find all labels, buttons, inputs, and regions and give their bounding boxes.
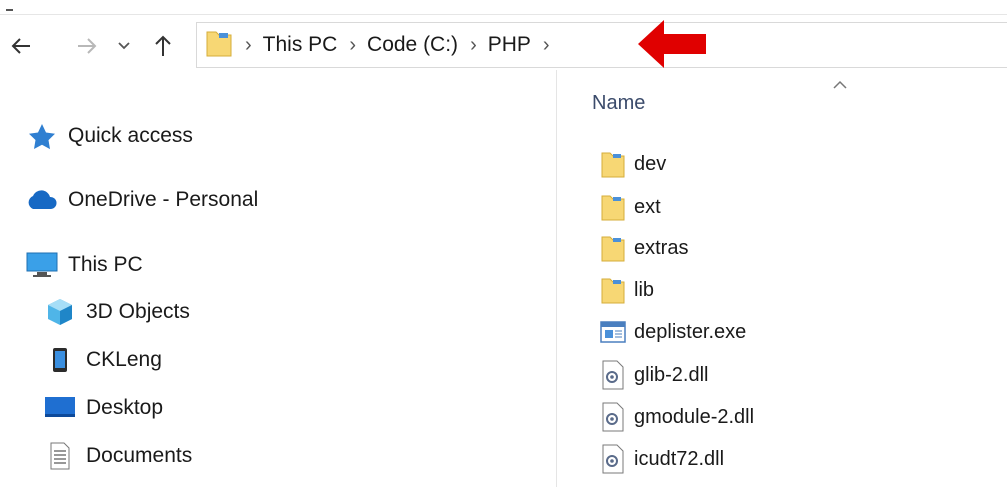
- file-name: glib-2.dll: [634, 363, 709, 386]
- breadcrumb-code-c[interactable]: Code (C:): [367, 33, 458, 57]
- nav-item-label: CKLeng: [86, 348, 162, 371]
- file-name: gmodule-2.dll: [634, 405, 755, 428]
- folder-icon: [597, 148, 629, 180]
- sort-ascending-icon: [833, 80, 847, 89]
- folder-icon: [597, 274, 629, 306]
- file-name: dev: [634, 152, 667, 175]
- file-row[interactable]: deplister.exe: [597, 316, 746, 348]
- folder-icon: [597, 232, 629, 264]
- dll-gear-icon: [597, 443, 629, 475]
- column-header-name[interactable]: Name: [592, 92, 645, 115]
- file-row[interactable]: dev: [597, 148, 666, 180]
- folder-icon: [597, 191, 629, 223]
- file-row[interactable]: ext: [597, 191, 661, 223]
- nav-item-documents[interactable]: Documents: [42, 442, 192, 470]
- dll-gear-icon: [597, 359, 629, 391]
- breadcrumb-php[interactable]: PHP: [488, 33, 531, 57]
- file-name: deplister.exe: [634, 320, 747, 343]
- red-arrow-annotation: [638, 20, 706, 68]
- forward-button[interactable]: [70, 32, 104, 60]
- breadcrumb-separator[interactable]: ›: [543, 34, 550, 57]
- breadcrumb-separator[interactable]: ›: [470, 34, 477, 57]
- computer-icon: [24, 251, 60, 279]
- title-edge-mark: [6, 2, 13, 11]
- up-button[interactable]: [148, 32, 178, 60]
- arrow-right-icon: [78, 38, 97, 54]
- nav-item-label: Documents: [86, 444, 193, 467]
- cloud-icon: [24, 186, 60, 214]
- folder-icon: [205, 28, 233, 63]
- nav-item-onedrive[interactable]: OneDrive - Personal: [24, 186, 258, 214]
- phone-icon: [42, 346, 78, 374]
- file-name: extras: [634, 236, 689, 259]
- file-row[interactable]: gmodule-2.dll: [597, 401, 754, 433]
- file-row[interactable]: extras: [597, 232, 688, 264]
- nav-item-ckleng[interactable]: CKLeng: [42, 346, 162, 374]
- nav-item-label: Desktop: [86, 396, 164, 419]
- dll-gear-icon: [597, 401, 629, 433]
- breadcrumb-separator: ›: [245, 33, 252, 56]
- nav-item-label: This PC: [68, 253, 143, 276]
- window-top-strip: [0, 0, 1007, 15]
- file-row[interactable]: glib-2.dll: [597, 359, 708, 391]
- desktop-icon: [42, 394, 78, 422]
- file-name: lib: [634, 278, 655, 301]
- nav-item-3d-objects[interactable]: 3D Objects: [42, 298, 190, 326]
- exe-icon: [597, 316, 629, 348]
- arrow-up-icon: [155, 35, 171, 56]
- file-row[interactable]: lib: [597, 274, 654, 306]
- cube-icon: [42, 298, 78, 326]
- chevron-down-icon: [118, 42, 130, 50]
- breadcrumb-this-pc[interactable]: This PC: [263, 33, 338, 57]
- file-row[interactable]: icudt72.dll: [597, 443, 724, 475]
- arrow-left-icon: [11, 38, 30, 54]
- file-name: ext: [634, 195, 661, 218]
- nav-item-this-pc[interactable]: This PC: [24, 251, 143, 279]
- nav-item-label: Quick access: [68, 124, 193, 147]
- nav-item-label: 3D Objects: [86, 300, 190, 323]
- document-icon: [42, 442, 78, 470]
- file-name: icudt72.dll: [634, 447, 725, 470]
- address-bar[interactable]: › This PC › Code (C:) › PHP ›: [196, 22, 1007, 68]
- star-icon: [24, 122, 60, 150]
- breadcrumb-separator[interactable]: ›: [349, 34, 356, 57]
- nav-item-desktop[interactable]: Desktop: [42, 394, 163, 422]
- nav-item-label: OneDrive - Personal: [68, 188, 259, 211]
- recent-locations-button[interactable]: [112, 32, 136, 60]
- nav-item-quick-access[interactable]: Quick access: [24, 122, 193, 150]
- back-button[interactable]: [4, 32, 38, 60]
